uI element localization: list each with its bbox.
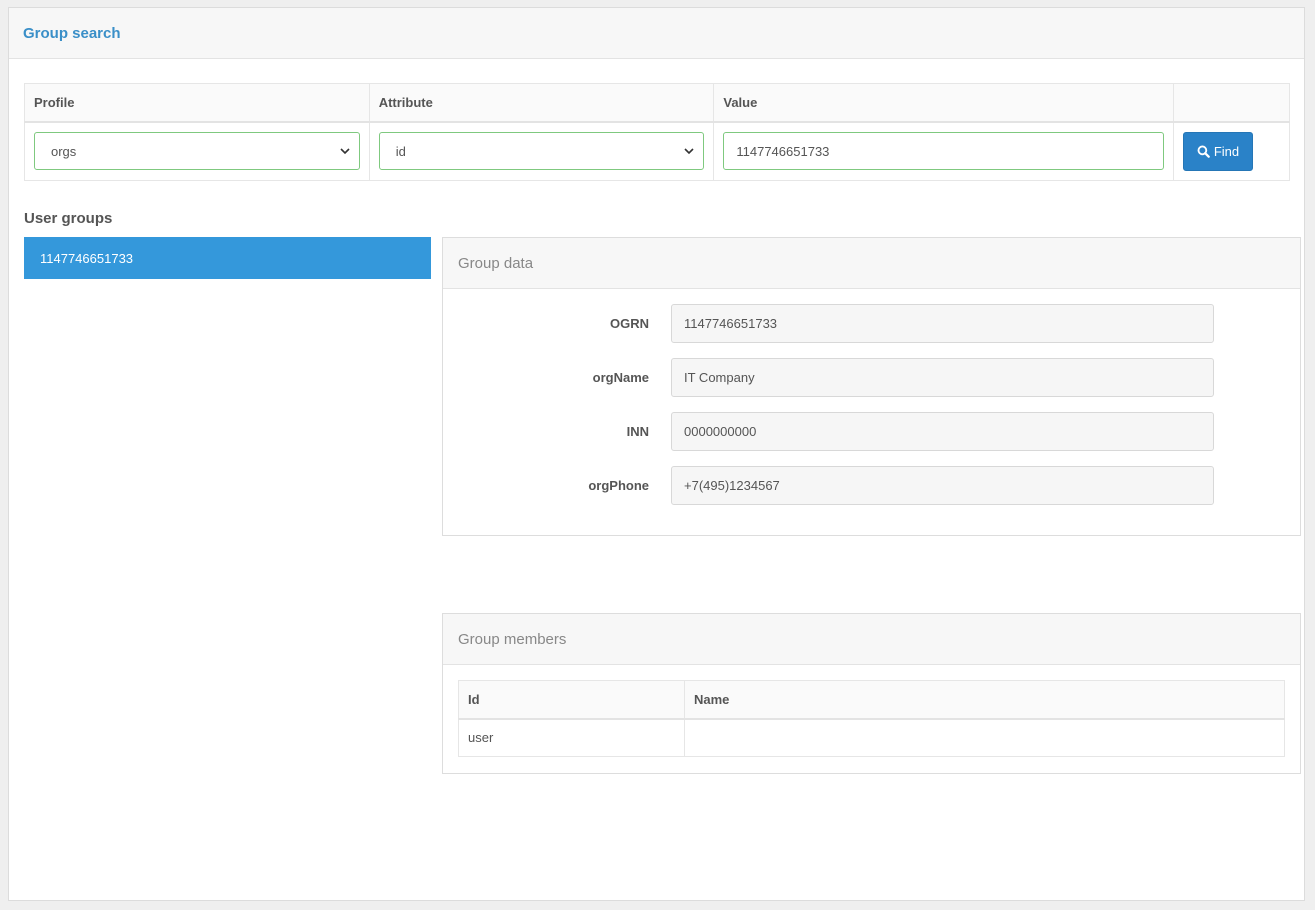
search-row: orgs id 1147746651733 Find — [24, 121, 1290, 181]
group-search-panel: Group search Profile Attribute Value org… — [8, 7, 1305, 901]
search-table: Profile Attribute Value orgs id 11477466… — [24, 83, 1290, 181]
field-row-inn: INN 0000000000 — [443, 412, 1300, 451]
field-row-orgphone: orgPhone +7(495)1234567 — [443, 466, 1300, 505]
find-cell: Find — [1173, 121, 1290, 181]
value-input[interactable]: 1147746651733 — [723, 132, 1164, 171]
group-data-header: Group data — [443, 238, 1300, 289]
member-name-cell — [684, 718, 1285, 757]
group-members-panel: Group members Id Name user — [442, 613, 1301, 774]
group-data-panel: Group data OGRN 1147746651733 orgName IT… — [442, 237, 1301, 536]
field-label-orgphone: orgPhone — [588, 478, 649, 493]
value-header: Value — [713, 83, 1174, 123]
members-table: Id Name user — [458, 680, 1285, 757]
attribute-select-value: id — [395, 143, 406, 159]
group-members-header: Group members — [443, 614, 1300, 665]
value-cell: 1147746651733 — [713, 121, 1174, 181]
chevron-down-icon — [684, 148, 694, 155]
find-button-label: Find — [1213, 143, 1240, 159]
value-input-text: 1147746651733 — [736, 143, 830, 159]
field-value-ogrn[interactable]: 1147746651733 — [671, 304, 1214, 343]
field-value-orgname[interactable]: IT Company — [671, 358, 1214, 397]
user-group-item[interactable]: 1147746651733 — [24, 237, 431, 279]
search-table-header: Profile Attribute Value — [24, 83, 1290, 123]
user-group-item-label: 1147746651733 — [40, 250, 134, 266]
field-label-inn: INN — [626, 424, 649, 439]
members-table-header: Id Name — [458, 680, 1285, 720]
column-header-name: Name — [684, 680, 1285, 720]
attribute-header: Attribute — [368, 83, 715, 123]
column-header-id: Id — [458, 680, 685, 720]
field-value-inn[interactable]: 0000000000 — [671, 412, 1214, 451]
profile-cell: orgs — [24, 121, 370, 181]
member-id-cell: user — [458, 718, 685, 757]
field-value-orgphone[interactable]: +7(495)1234567 — [671, 466, 1214, 505]
table-row[interactable]: user — [458, 718, 1285, 757]
profile-select-value: orgs — [51, 143, 77, 159]
field-label-orgname: orgName — [592, 370, 649, 385]
panel-title: Group search — [23, 24, 121, 42]
field-row-ogrn: OGRN 1147746651733 — [443, 304, 1300, 343]
search-icon — [1197, 145, 1210, 158]
action-header — [1173, 83, 1290, 123]
find-button[interactable]: Find — [1183, 131, 1253, 171]
attribute-cell: id — [368, 121, 715, 181]
user-groups-title: User groups — [24, 210, 113, 227]
field-row-orgname: orgName IT Company — [443, 358, 1300, 397]
field-label-ogrn: OGRN — [610, 316, 649, 331]
profile-select[interactable]: orgs — [34, 132, 360, 171]
panel-header: Group search — [9, 8, 1304, 59]
attribute-select[interactable]: id — [378, 132, 705, 171]
profile-header: Profile — [24, 83, 370, 123]
chevron-down-icon — [340, 148, 350, 155]
